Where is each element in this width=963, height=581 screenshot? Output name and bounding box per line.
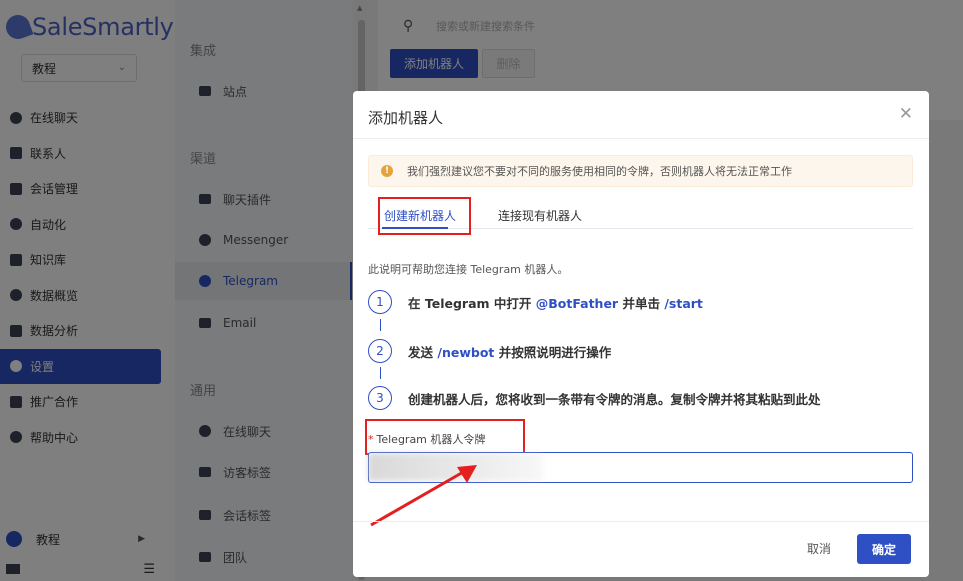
divider bbox=[353, 521, 929, 522]
dialog-title: 添加机器人 bbox=[368, 109, 444, 127]
step-text: 发送 /newbot 并按照说明进行操作 bbox=[408, 344, 612, 360]
add-bot-dialog: 添加机器人 ✕ ! 我们强烈建议您不要对不同的服务使用相同的令牌，否则机器人将无… bbox=[353, 91, 929, 577]
step-connector bbox=[380, 319, 381, 331]
step-3: 3 创建机器人后，您将收到一条带有令牌的消息。复制令牌并将其粘贴到此处 bbox=[368, 386, 821, 410]
warning-alert: ! 我们强烈建议您不要对不同的服务使用相同的令牌，否则机器人将无法正常工作 bbox=[368, 155, 913, 187]
step-number: 1 bbox=[368, 290, 392, 314]
intro-text: 此说明可帮助您连接 Telegram 机器人。 bbox=[368, 263, 569, 276]
step-connector bbox=[380, 367, 381, 379]
confirm-button[interactable]: 确定 bbox=[857, 534, 911, 564]
close-icon[interactable]: ✕ bbox=[899, 104, 913, 124]
step-2: 2 发送 /newbot 并按照说明进行操作 bbox=[368, 339, 611, 363]
tab-connect-bot[interactable]: 连接现有机器人 bbox=[498, 207, 582, 224]
annotation-highlight-box bbox=[378, 197, 471, 235]
alert-text: 我们强烈建议您不要对不同的服务使用相同的令牌，否则机器人将无法正常工作 bbox=[407, 165, 792, 178]
step-number: 3 bbox=[368, 386, 392, 410]
annotation-highlight-box bbox=[365, 419, 525, 455]
botfather-link[interactable]: @BotFather bbox=[536, 296, 618, 311]
cancel-button[interactable]: 取消 bbox=[799, 534, 839, 562]
step-number: 2 bbox=[368, 339, 392, 363]
divider bbox=[353, 138, 929, 139]
step-text: 在 Telegram 中打开 @BotFather 并单击 /start bbox=[408, 295, 703, 311]
step-text: 创建机器人后，您将收到一条带有令牌的消息。复制令牌并将其粘贴到此处 bbox=[408, 391, 821, 407]
warning-icon: ! bbox=[381, 165, 393, 177]
step-1: 1 在 Telegram 中打开 @BotFather 并单击 /start bbox=[368, 290, 703, 314]
